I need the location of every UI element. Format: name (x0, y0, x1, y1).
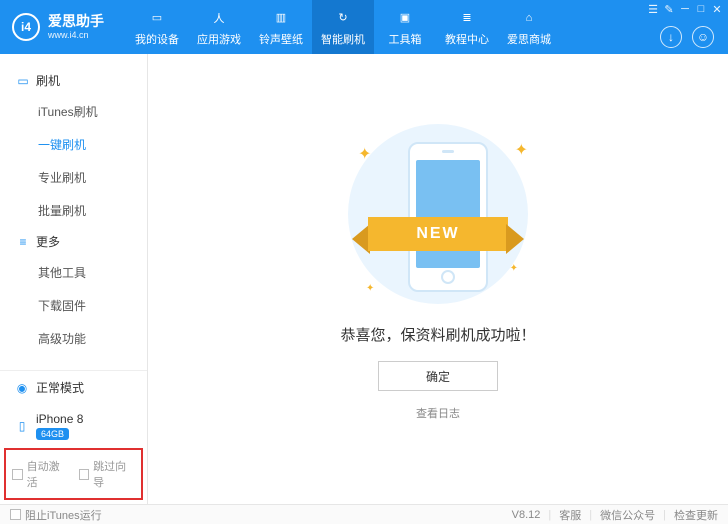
header: i4 爱思助手 www.i4.cn ▭我的设备 人应用游戏 ▥铃声壁纸 ↻智能刷… (0, 0, 728, 54)
app-logo: i4 爱思助手 www.i4.cn (0, 13, 116, 41)
success-message: 恭喜您，保资料刷机成功啦！ (340, 324, 535, 345)
sidebar-section-flash: ▭ 刷机 (0, 66, 147, 95)
sidebar-item-pro-flash[interactable]: 专业刷机 (0, 161, 147, 194)
ok-button[interactable]: 确定 (378, 361, 498, 391)
toolbox-icon: ▣ (395, 8, 415, 28)
mode-icon: ◉ (14, 380, 30, 396)
storage-badge: 64GB (36, 428, 69, 440)
auto-activate-checkbox[interactable]: 自动激活 (12, 458, 69, 490)
sidebar-item-batch-flash[interactable]: 批量刷机 (0, 194, 147, 227)
store-icon: ⌂ (519, 8, 539, 28)
top-nav: ▭我的设备 人应用游戏 ▥铃声壁纸 ↻智能刷机 ▣工具箱 ≣教程中心 ⌂爱思商城 (126, 0, 560, 54)
book-icon: ≣ (457, 8, 477, 28)
device-icon: ▭ (147, 8, 167, 28)
block-itunes-checkbox[interactable]: 阻止iTunes运行 (10, 507, 102, 523)
device-mode[interactable]: ◉ 正常模式 (0, 371, 147, 404)
maximize-button[interactable]: □ (694, 2, 708, 16)
download-button[interactable]: ↓ (660, 26, 682, 48)
sidebar: ▭ 刷机 iTunes刷机 一键刷机 专业刷机 批量刷机 ≡ 更多 其他工具 下… (0, 54, 148, 504)
app-url: www.i4.cn (48, 30, 104, 41)
sidebar-item-other-tools[interactable]: 其他工具 (0, 256, 147, 289)
nav-my-device[interactable]: ▭我的设备 (126, 0, 188, 54)
wallpaper-icon: ▥ (271, 8, 291, 28)
minimize-button[interactable]: ─ (678, 2, 692, 16)
app-title: 爱思助手 (48, 13, 104, 30)
flash-icon: ▭ (16, 74, 30, 88)
sidebar-section-more: ≡ 更多 (0, 227, 147, 256)
more-icon: ≡ (16, 235, 30, 249)
menu-icon[interactable]: ☰ (646, 2, 660, 16)
nav-smart-flash[interactable]: ↻智能刷机 (312, 0, 374, 54)
footer: 阻止iTunes运行 V8.12 | 客服 | 微信公众号 | 检查更新 (0, 504, 728, 524)
nav-tutorials[interactable]: ≣教程中心 (436, 0, 498, 54)
wechat-link[interactable]: 微信公众号 (600, 507, 655, 523)
highlighted-options: 自动激活 跳过向导 (4, 448, 143, 500)
support-link[interactable]: 客服 (559, 507, 581, 523)
skin-icon[interactable]: ✎ (662, 2, 676, 16)
logo-icon: i4 (12, 13, 40, 41)
nav-apps[interactable]: 人应用游戏 (188, 0, 250, 54)
sidebar-item-oneclick-flash[interactable]: 一键刷机 (0, 128, 147, 161)
nav-ringtones[interactable]: ▥铃声壁纸 (250, 0, 312, 54)
nav-store[interactable]: ⌂爱思商城 (498, 0, 560, 54)
device-info[interactable]: ▯ iPhone 8 64GB (0, 404, 147, 448)
sidebar-item-advanced[interactable]: 高级功能 (0, 322, 147, 355)
check-update-link[interactable]: 检查更新 (674, 507, 718, 523)
main-content: ✦✦✦✦ NEW 恭喜您，保资料刷机成功啦！ 确定 查看日志 (148, 54, 728, 504)
nav-toolbox[interactable]: ▣工具箱 (374, 0, 436, 54)
device-name: iPhone 8 (36, 412, 83, 426)
apps-icon: 人 (209, 8, 229, 28)
success-illustration: ✦✦✦✦ NEW (328, 124, 548, 304)
refresh-icon: ↻ (333, 8, 353, 28)
user-button[interactable]: ☺ (692, 26, 714, 48)
phone-icon: ▯ (14, 418, 30, 434)
new-ribbon: NEW (368, 217, 508, 251)
close-button[interactable]: ✕ (710, 2, 724, 16)
sidebar-item-download-firmware[interactable]: 下载固件 (0, 289, 147, 322)
skip-guide-checkbox[interactable]: 跳过向导 (79, 458, 136, 490)
version-label: V8.12 (512, 509, 541, 521)
view-log-link[interactable]: 查看日志 (416, 405, 460, 421)
sidebar-item-itunes-flash[interactable]: iTunes刷机 (0, 95, 147, 128)
